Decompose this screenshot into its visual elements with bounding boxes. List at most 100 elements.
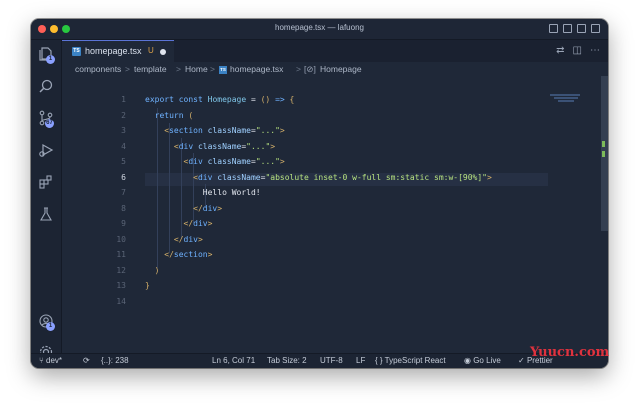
toggle-secondary-sidebar-icon[interactable]: [577, 24, 586, 33]
extensions-icon[interactable]: [38, 174, 54, 190]
run-debug-icon[interactable]: [38, 142, 54, 158]
code-token: (): [260, 95, 276, 104]
minimap-line: [554, 97, 578, 99]
minimap-line: [558, 100, 574, 102]
customize-layout-icon[interactable]: [591, 24, 600, 33]
breadcrumb-item-home[interactable]: Home: [185, 64, 208, 74]
code-token: "...": [255, 157, 280, 166]
code-token: "...": [246, 141, 271, 151]
activity-bar: 1 67 1: [31, 40, 62, 359]
tab-size[interactable]: Tab Size: 2: [267, 356, 307, 365]
code-token: >: [197, 234, 203, 244]
editor-window: homepage.tsx — lafuong 1 67 1 TS homepag…: [31, 19, 608, 368]
tab-label: homepage.tsx: [85, 46, 142, 56]
flask-icon[interactable]: [38, 206, 54, 222]
code-token: >: [279, 126, 285, 135]
code-line: }: [145, 281, 150, 290]
breadcrumb-separator: >: [125, 64, 130, 74]
code-token: div: [202, 203, 218, 213]
line-number: 11: [116, 250, 126, 259]
line-number: 8: [121, 203, 126, 213]
split-editor-icon[interactable]: ◫: [573, 45, 582, 56]
code-line: </section>: [145, 250, 212, 259]
go-live-button[interactable]: ◉ Go Live: [464, 356, 501, 365]
line-number: 2: [121, 110, 126, 120]
code-token: >: [207, 250, 213, 259]
code-token: >: [487, 172, 492, 182]
search-icon[interactable]: [38, 78, 54, 94]
code-token: ): [145, 265, 160, 275]
code-token: "absolute inset-0 w-full sm:static sm:w-…: [265, 172, 487, 182]
toggle-panel-icon[interactable]: [563, 24, 572, 33]
breadcrumb-separator: >: [176, 64, 181, 74]
more-actions-icon[interactable]: ⋯: [590, 45, 600, 56]
code-token: <: [145, 157, 189, 166]
code-token: </: [145, 250, 174, 259]
code-line: <div className="...">: [145, 142, 275, 151]
code-token: Hello World!: [145, 188, 261, 197]
unsaved-dot-icon[interactable]: [160, 49, 166, 55]
source-control-icon[interactable]: 67: [38, 110, 54, 128]
minimap[interactable]: [548, 76, 598, 354]
breadcrumb-item-components[interactable]: components: [75, 64, 121, 74]
files-icon[interactable]: 1: [38, 46, 55, 64]
breadcrumb: components > template > Home > TS homepag…: [62, 62, 608, 76]
code-token: Homepage: [207, 95, 247, 104]
code-line: </div>: [145, 219, 213, 228]
code-token: </: [145, 219, 194, 228]
breadcrumb-item-template[interactable]: template: [134, 64, 167, 74]
code-token: className: [197, 141, 242, 151]
toggle-sidebar-icon[interactable]: [549, 24, 558, 33]
breadcrumb-item-file[interactable]: TS homepage.tsx: [219, 64, 283, 74]
code-line: <div className="...">: [145, 157, 285, 166]
status-bar: ⑂ dev* ⟳ {..}: 238 Ln 6, Col 71 Tab Size…: [31, 353, 608, 368]
code-line: <div className="absolute inset-0 w-full …: [145, 173, 492, 182]
line-number: 14: [116, 296, 126, 306]
line-number: 12: [116, 265, 126, 275]
title-bar: homepage.tsx — lafuong: [31, 19, 608, 40]
editor-actions: ⇄ ◫ ⋯: [556, 45, 600, 56]
code-token: <: [145, 141, 179, 151]
language-mode[interactable]: { } TypeScript React: [375, 356, 446, 365]
code-token: >: [217, 203, 223, 213]
code-line: export const Homepage = () => {: [145, 95, 294, 104]
code-token: className: [207, 126, 251, 135]
code-editor[interactable]: 1 2 3 4 5 6 7 8 9 10 11 12 13 14 export const Homepag…: [62, 76, 608, 354]
tab-bar: TS homepage.tsx U ⇄ ◫ ⋯: [62, 40, 608, 62]
typescript-file-icon: TS: [72, 47, 81, 56]
layout-controls: [549, 24, 600, 33]
sync-status[interactable]: {..}: 238: [101, 356, 129, 365]
account-icon[interactable]: 1: [38, 313, 55, 331]
code-token: div: [188, 157, 208, 166]
code-line: Hello World!: [145, 188, 261, 197]
breadcrumb-item-homepage[interactable]: Homepage: [320, 64, 362, 74]
code-token: =>: [275, 95, 290, 104]
code-token: =: [246, 95, 261, 104]
scrollbar-change-marker: [602, 141, 605, 147]
code-token: className: [207, 157, 251, 166]
code-token: >: [270, 141, 276, 151]
cursor-position[interactable]: Ln 6, Col 71: [212, 356, 255, 365]
code-token: </: [145, 234, 184, 244]
code-token: div: [178, 141, 198, 151]
untracked-status: U: [148, 46, 154, 55]
symbol-icon: [⊘]: [304, 64, 316, 74]
breadcrumb-separator: >: [210, 64, 215, 74]
end-of-line[interactable]: LF: [356, 356, 365, 365]
typescript-file-icon: TS: [219, 65, 227, 74]
code-token: return: [145, 110, 189, 120]
line-number: 10: [116, 234, 126, 244]
code-token: div: [183, 234, 198, 244]
code-line: </div>: [145, 235, 203, 244]
code-token: export const: [145, 95, 208, 104]
watermark: Yuucn.com: [530, 345, 610, 360]
code-token: <: [145, 126, 170, 135]
source-control-badge: 67: [45, 119, 54, 128]
code-token: div: [193, 219, 208, 228]
compare-changes-icon[interactable]: ⇄: [556, 45, 564, 56]
encoding[interactable]: UTF-8: [320, 356, 343, 365]
sync-icon[interactable]: ⟳: [83, 356, 90, 365]
tab-homepage[interactable]: TS homepage.tsx U: [62, 40, 174, 62]
code-line: </div>: [145, 204, 222, 213]
branch-status[interactable]: ⑂ dev*: [39, 356, 62, 365]
